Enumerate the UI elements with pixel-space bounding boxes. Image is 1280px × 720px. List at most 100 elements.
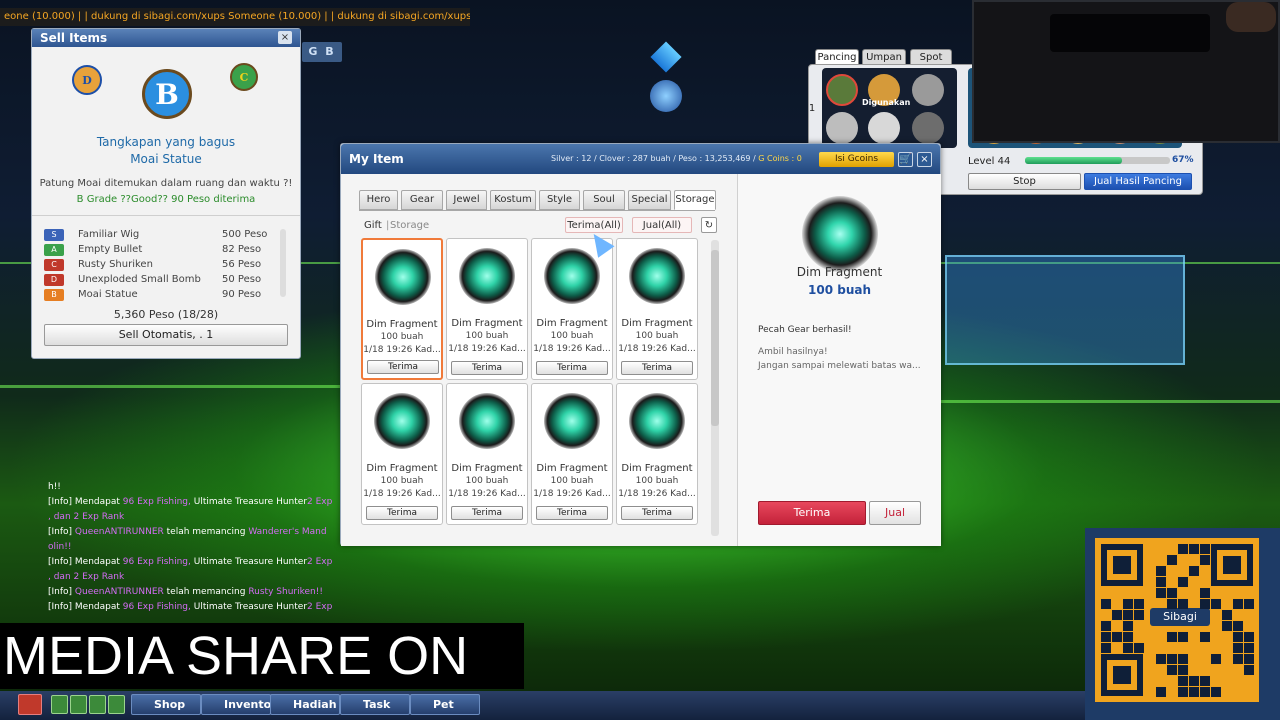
storage-item-card[interactable]: Dim Fragment 100 buah 1/18 19:26 Kad... Ter… — [446, 238, 528, 380]
fishing-rod-slot[interactable] — [912, 74, 944, 106]
qr-module — [1244, 632, 1254, 642]
cart-icon[interactable]: 🛒 — [898, 152, 913, 167]
item-date: 1/18 19:26 Kad... — [448, 489, 526, 499]
fishing-rod-slot[interactable] — [868, 112, 900, 144]
inventory-button[interactable]: Inventory — [201, 694, 284, 715]
storage-item-card[interactable]: Dim Fragment 100 buah 1/18 19:26 Kad... Ter… — [361, 383, 443, 525]
chat-text: [Info] — [48, 527, 75, 537]
qr-module — [1178, 577, 1188, 587]
qr-module — [1200, 599, 1210, 609]
tab-hero[interactable]: Hero — [359, 190, 398, 210]
tab-umpan[interactable]: Umpan — [862, 49, 906, 65]
subtab-gift[interactable]: Gift — [364, 220, 382, 231]
storage-item-card[interactable]: Dim Fragment 100 buah 1/18 19:26 Kad... Ter… — [616, 238, 698, 380]
subtab-storage[interactable]: Storage — [390, 220, 429, 231]
grade-badge: S — [44, 229, 64, 241]
medal-letter: B — [155, 77, 179, 111]
chat-highlight: , dan 2 Exp Rank — [48, 512, 125, 522]
hadiah-button[interactable]: Hadiah — [270, 694, 340, 715]
storage-item-card[interactable]: Dim Fragment 100 buah 1/18 19:26 Kad... Ter… — [616, 383, 698, 525]
accept-button[interactable]: Terima — [758, 501, 866, 525]
chat-line: [Info] Mendapat 96 Exp Fishing, Ultimate… — [48, 600, 348, 615]
menu-shortcut-icon[interactable] — [51, 695, 68, 714]
tab-spot[interactable]: Spot — [910, 49, 952, 65]
item-grid-scrollbar[interactable] — [711, 240, 719, 536]
storage-item-card[interactable]: Dim Fragment 100 buah 1/18 19:26 Kad... Ter… — [531, 383, 613, 525]
sell-items-title: Sell Items — [32, 29, 300, 47]
pet-label: Pet — [433, 698, 454, 711]
sell-row-price: 500 Peso — [222, 229, 268, 240]
floor-glow-line — [940, 400, 1280, 403]
accept-item-button[interactable]: Terima — [621, 361, 693, 375]
storage-item-card[interactable]: Dim Fragment 100 buah 1/18 19:26 Kad... Ter… — [531, 238, 613, 380]
storage-item-card[interactable]: Dim Fragment 100 buah 1/18 19:26 Kad... Ter… — [361, 238, 443, 380]
qr-module — [1167, 654, 1177, 664]
qr-module — [1167, 588, 1177, 598]
stop-fishing-button[interactable]: Stop — [968, 173, 1081, 190]
item-date: 1/18 19:26 Kad... — [533, 489, 611, 499]
qr-module — [1156, 654, 1166, 664]
sell-all-button[interactable]: Jual(All) — [632, 217, 692, 233]
close-icon[interactable]: × — [917, 152, 932, 167]
sell-catch-button[interactable]: Jual Hasil Pancing — [1084, 173, 1192, 190]
fishing-level: Level 44 — [968, 156, 1011, 167]
task-button[interactable]: Task — [340, 694, 410, 715]
exit-icon[interactable] — [18, 694, 42, 715]
gem-marker-icon — [650, 41, 682, 73]
chat-highlight: , dan 2 Exp Rank — [48, 572, 125, 582]
menu-shortcut-icon[interactable] — [70, 695, 87, 714]
tab-soul[interactable]: Soul — [583, 190, 625, 210]
qr-module — [1134, 610, 1144, 620]
tab-gear[interactable]: Gear — [401, 190, 443, 210]
qr-module — [1244, 654, 1254, 664]
chat-text: Ultimate Treasure Hunter — [190, 557, 308, 567]
topup-gcoins-button[interactable]: Isi Gcoins — [819, 152, 894, 167]
fishing-rod-slot[interactable] — [912, 112, 944, 144]
scrollbar-thumb[interactable] — [711, 250, 719, 426]
tab-special[interactable]: Special — [628, 190, 671, 210]
qr-module — [1134, 599, 1144, 609]
menu-shortcut-icon[interactable] — [89, 695, 106, 714]
fishing-rod-slot[interactable] — [826, 112, 858, 144]
chat-text: [Info] Mendapat — [48, 602, 123, 612]
chat-highlight: olin!! — [48, 542, 72, 552]
tab-jewel[interactable]: Jewel — [446, 190, 487, 210]
item-date: 1/18 19:26 Kad... — [618, 344, 696, 354]
accept-all-button[interactable]: Terima(All) — [565, 217, 623, 233]
accept-item-button[interactable]: Terima — [366, 506, 438, 520]
fishing-rod-slot[interactable] — [826, 74, 858, 106]
sell-row-name: Rusty Shuriken — [78, 259, 153, 270]
sell-button[interactable]: Jual — [869, 501, 921, 525]
item-date: 1/18 19:26 Kad... — [448, 344, 526, 354]
accept-item-button[interactable]: Terima — [451, 361, 523, 375]
qr-module — [1222, 621, 1232, 631]
qr-module — [1167, 599, 1177, 609]
accept-item-button[interactable]: Terima — [536, 361, 608, 375]
pet-button[interactable]: Pet — [410, 694, 480, 715]
item-name: Dim Fragment — [451, 463, 523, 474]
donation-qr-code: Sibagi — [1085, 528, 1280, 720]
chat-text: h!! — [48, 482, 61, 492]
qr-module — [1123, 610, 1133, 620]
close-icon[interactable]: × — [278, 31, 292, 44]
accept-item-button[interactable]: Terima — [451, 506, 523, 520]
auto-sell-button[interactable]: Sell Otomatis, . 1 — [44, 324, 288, 346]
item-date: 1/18 19:26 Kad... — [618, 489, 696, 499]
tab-storage[interactable]: Storage — [674, 190, 716, 210]
accept-item-button[interactable]: Terima — [621, 506, 693, 520]
tab-pancing[interactable]: Pancing — [815, 49, 859, 65]
storage-item-card[interactable]: Dim Fragment 100 buah 1/18 19:26 Kad... Ter… — [446, 383, 528, 525]
chat-text: Ultimate Treasure Hunter — [190, 497, 308, 507]
sell-items-panel: Sell Items × D B C Tangkapan yang bagus … — [31, 28, 301, 359]
accept-item-button[interactable]: Terima — [367, 360, 439, 374]
qr-module — [1200, 687, 1210, 697]
tab-style[interactable]: Style — [539, 190, 580, 210]
sell-list-scrollbar[interactable] — [280, 229, 286, 297]
tab-kostum[interactable]: Kostum — [490, 190, 536, 210]
refresh-icon[interactable]: ↻ — [701, 217, 717, 233]
accept-item-button[interactable]: Terima — [536, 506, 608, 520]
qr-module — [1244, 599, 1254, 609]
qr-module — [1134, 643, 1144, 653]
shop-button[interactable]: Shop — [131, 694, 201, 715]
menu-shortcut-icon[interactable] — [108, 695, 125, 714]
